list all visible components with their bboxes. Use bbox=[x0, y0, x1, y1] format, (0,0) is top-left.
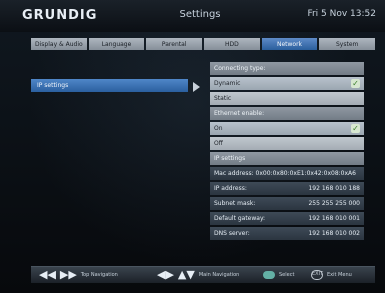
ok-button-icon bbox=[263, 271, 275, 279]
tab-display-audio[interactable]: Display & Audio bbox=[31, 38, 87, 50]
connecting-type-header: Connecting type: bbox=[210, 62, 364, 75]
ip-address-row[interactable]: IP address: 192 168 010 188 bbox=[210, 182, 364, 195]
connecting-type-label: Connecting type: bbox=[214, 65, 266, 72]
subnet-mask-value[interactable]: 255 255 255 000 bbox=[308, 197, 360, 210]
tab-parental[interactable]: Parental bbox=[146, 38, 203, 50]
settings-screen: GRUNDIG Settings Fri 5 Nov 13:52 Display… bbox=[0, 0, 385, 293]
right-arrow-icon bbox=[193, 82, 200, 92]
option-static-label: Static bbox=[214, 95, 232, 102]
option-on[interactable]: On ✓ bbox=[210, 122, 364, 135]
dns-server-label: DNS server: bbox=[214, 230, 250, 237]
check-icon: ✓ bbox=[351, 79, 360, 88]
default-gateway-label: Default gateway: bbox=[214, 215, 266, 222]
ip-address-label: IP address: bbox=[214, 185, 247, 192]
check-icon: ✓ bbox=[351, 124, 360, 133]
dns-server-value[interactable]: 192 168 010 002 bbox=[308, 227, 360, 240]
navigation-footer: ◀◀ ▶▶ Top Navigation ◀▶ ▲▼ Main Navigati… bbox=[31, 266, 375, 283]
exit-menu-label: Exit Menu bbox=[327, 272, 352, 278]
ethernet-header: Ethernet enable: bbox=[210, 107, 364, 120]
brand-logo: GRUNDIG bbox=[22, 8, 98, 23]
page-title: Settings bbox=[179, 9, 221, 20]
tab-language[interactable]: Language bbox=[88, 38, 145, 50]
tab-network[interactable]: Network bbox=[261, 38, 318, 50]
option-dynamic-label: Dynamic bbox=[214, 80, 241, 87]
left-right-icon: ◀▶ bbox=[157, 268, 174, 281]
option-off-label: Off bbox=[214, 140, 223, 147]
menu-item-ip-settings[interactable]: IP settings bbox=[31, 79, 188, 92]
select-hint: Select bbox=[263, 269, 294, 281]
subnet-mask-row[interactable]: Subnet mask: 255 255 255 000 bbox=[210, 197, 364, 210]
fast-forward-icon: ▶▶ bbox=[59, 268, 77, 281]
exit-hint: EXIT Exit Menu bbox=[311, 269, 352, 281]
option-dynamic[interactable]: Dynamic ✓ bbox=[210, 77, 364, 90]
default-gateway-row[interactable]: Default gateway: 192 168 010 001 bbox=[210, 212, 364, 225]
default-gateway-value[interactable]: 192 168 010 001 bbox=[308, 212, 360, 225]
ip-settings-header: IP settings bbox=[210, 152, 364, 165]
ip-address-value[interactable]: 192 168 010 188 bbox=[308, 182, 360, 195]
tab-bar: Display & Audio Language Parental HDD Ne… bbox=[31, 38, 376, 50]
ip-settings-label: IP settings bbox=[214, 155, 246, 162]
tab-system[interactable]: System bbox=[319, 38, 376, 50]
tab-hdd[interactable]: HDD bbox=[204, 38, 260, 50]
header: GRUNDIG Settings Fri 5 Nov 13:52 bbox=[0, 0, 385, 32]
select-label: Select bbox=[279, 272, 295, 278]
up-down-icon: ▲▼ bbox=[177, 268, 195, 281]
main-navigation-hint: ◀▶ ▲▼ Main Navigation bbox=[157, 269, 239, 281]
subnet-mask-label: Subnet mask: bbox=[214, 200, 256, 207]
option-static[interactable]: Static bbox=[210, 92, 364, 105]
top-navigation-label: Top Navigation bbox=[80, 272, 118, 278]
mac-address-row: Mac address: 0x00:0x80:0xE1:0x42:0x08:0x… bbox=[210, 167, 364, 180]
dns-server-row[interactable]: DNS server: 192 168 010 002 bbox=[210, 227, 364, 240]
datetime: Fri 5 Nov 13:52 bbox=[307, 9, 376, 19]
top-navigation-hint: ◀◀ ▶▶ Top Navigation bbox=[39, 269, 118, 281]
exit-button-icon: EXIT bbox=[311, 270, 323, 280]
main-navigation-label: Main Navigation bbox=[198, 272, 240, 278]
ethernet-label: Ethernet enable: bbox=[214, 110, 265, 117]
mac-address: Mac address: 0x00:0x80:0xE1:0x42:0x08:0x… bbox=[214, 170, 356, 177]
rewind-icon: ◀◀ bbox=[39, 268, 56, 281]
option-on-label: On bbox=[214, 125, 223, 132]
option-off[interactable]: Off bbox=[210, 137, 364, 150]
